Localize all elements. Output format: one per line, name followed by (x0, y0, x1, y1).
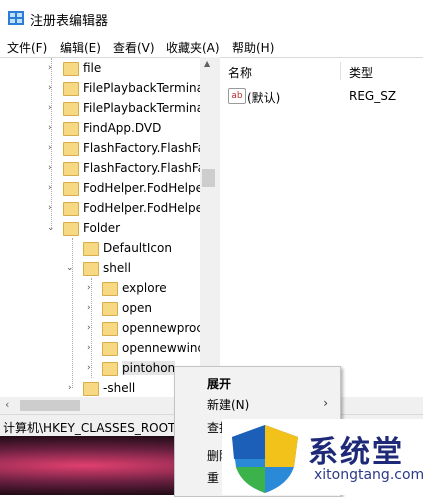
expand-arrow-icon[interactable]: › (87, 363, 91, 373)
string-value-icon: ab (228, 88, 246, 104)
expand-arrow-icon[interactable]: › (87, 303, 91, 313)
site-watermark: 系统堂 xitongtang.com (222, 419, 423, 495)
tree-item[interactable]: › explore (0, 279, 200, 299)
scrollbar-thumb[interactable] (20, 400, 80, 411)
tree-item-label: FlashFactory.FlashFa (83, 141, 200, 155)
folder-icon (102, 362, 118, 376)
menu-bar: 文件(F) 编辑(E) 查看(V) 收藏夹(A) 帮助(H) (0, 36, 423, 56)
folder-icon (83, 242, 99, 256)
tree-item[interactable]: › file (0, 59, 200, 79)
folder-icon (102, 302, 118, 316)
menu-favorites[interactable]: 收藏夹(A) (166, 39, 220, 56)
expand-arrow-icon[interactable]: › (87, 283, 91, 293)
tree-vertical-scrollbar[interactable]: ▲ (200, 57, 217, 397)
folder-icon (63, 162, 79, 176)
column-header-type[interactable]: 类型 (349, 64, 373, 81)
tree-item[interactable]: › opennewwind (0, 339, 200, 359)
tree-item-label: FindApp.DVD (83, 121, 162, 135)
tree-item-label: Folder (83, 221, 121, 235)
value-type: REG_SZ (349, 89, 397, 103)
tree-item[interactable]: › open (0, 299, 200, 319)
shield-logo-icon (232, 425, 298, 493)
expand-arrow-icon[interactable]: › (48, 83, 52, 93)
registry-editor-icon (8, 11, 24, 25)
tree-item[interactable]: › FodHelper.FodHelpe (0, 199, 200, 219)
menu-file[interactable]: 文件(F) (7, 39, 47, 56)
folder-icon (83, 262, 99, 276)
tree-item-label: opennewwind (122, 341, 200, 355)
menu-edit[interactable]: 编辑(E) (60, 39, 101, 56)
expand-arrow-icon[interactable]: › (48, 63, 52, 73)
tree-item-label: FilePlaybackTermina (83, 101, 200, 115)
watermark-en: xitongtang.com (314, 467, 423, 483)
context-item-new[interactable]: 新建(N) (207, 396, 249, 413)
window-title: 注册表编辑器 (30, 14, 109, 29)
tree-item-label: -shell (103, 381, 136, 395)
tree-item[interactable]: ⌄ Folder (0, 219, 200, 239)
expand-arrow-icon[interactable]: › (48, 203, 52, 213)
tree-item[interactable]: › FilePlaybackTermina (0, 79, 200, 99)
tree-item-label: FlashFactory.FlashFa (83, 161, 200, 175)
tree-item-label: file (83, 61, 102, 75)
folder-icon (63, 82, 79, 96)
tree-item[interactable]: › FindApp.DVD (0, 119, 200, 139)
tree-item[interactable]: DefaultIcon (0, 239, 200, 259)
folder-icon (102, 342, 118, 356)
folder-icon (83, 382, 99, 396)
folder-icon (102, 282, 118, 296)
tree-item[interactable]: › FlashFactory.FlashFa (0, 139, 200, 159)
tree-item-label: shell (103, 261, 131, 275)
tree-item-label: FodHelper.FodHelpe (83, 201, 200, 215)
tree-item-selected[interactable]: › pintohon (0, 359, 200, 379)
collapse-arrow-icon[interactable]: ⌄ (47, 223, 55, 233)
title-bar: 注册表编辑器 (0, 0, 423, 36)
context-item-rename[interactable]: 重 (207, 469, 219, 486)
column-header-name[interactable]: 名称 (228, 64, 252, 81)
watermark-cn: 系统堂 (308, 435, 404, 470)
folder-icon (63, 222, 79, 236)
scroll-left-icon[interactable]: ‹ (5, 398, 9, 411)
value-row[interactable]: ab (默认) REG_SZ (220, 88, 423, 106)
expand-arrow-icon[interactable]: › (48, 183, 52, 193)
scrollbar-thumb[interactable] (202, 169, 215, 187)
tree-item[interactable]: › FilePlaybackTermina (0, 99, 200, 119)
tree-item[interactable]: ⌄ shell (0, 259, 200, 279)
registry-tree[interactable]: › file › FilePlaybackTermina › FilePlayb… (0, 57, 200, 398)
tree-item-label: pintohon (122, 361, 176, 375)
folder-icon (63, 202, 79, 216)
tree-item[interactable]: › opennewproc (0, 319, 200, 339)
folder-icon (63, 142, 79, 156)
context-item-expand[interactable]: 展开 (207, 375, 231, 392)
expand-arrow-icon[interactable]: › (68, 383, 72, 393)
folder-icon (63, 182, 79, 196)
folder-icon (63, 62, 79, 76)
expand-arrow-icon[interactable]: › (87, 323, 91, 333)
expand-arrow-icon[interactable]: › (48, 163, 52, 173)
submenu-arrow-icon: › (323, 396, 328, 410)
folder-icon (102, 322, 118, 336)
tree-item-label: FilePlaybackTermina (83, 81, 200, 95)
expand-arrow-icon[interactable]: › (87, 343, 91, 353)
tree-item-label: opennewproc (122, 321, 200, 335)
menu-help[interactable]: 帮助(H) (232, 39, 274, 56)
tree-item-label: open (122, 301, 152, 315)
folder-icon (63, 122, 79, 136)
expand-arrow-icon[interactable]: › (48, 123, 52, 133)
tree-item-label: DefaultIcon (103, 241, 172, 255)
folder-icon (63, 102, 79, 116)
status-path: 计算机\HKEY_CLASSES_ROOT\ (3, 421, 180, 435)
value-list[interactable]: 名称 类型 ab (默认) REG_SZ (220, 57, 423, 398)
column-divider[interactable] (340, 62, 341, 80)
expand-arrow-icon[interactable]: › (48, 143, 52, 153)
tree-item-label: FodHelper.FodHelpe (83, 181, 200, 195)
value-name: (默认) (247, 91, 281, 105)
tree-item[interactable]: › -shell (0, 379, 200, 398)
menu-view[interactable]: 查看(V) (113, 39, 155, 56)
tree-item[interactable]: › FlashFactory.FlashFa (0, 159, 200, 179)
scroll-up-icon[interactable]: ▲ (204, 59, 210, 68)
expand-arrow-icon[interactable]: › (48, 103, 52, 113)
tree-item[interactable]: › FodHelper.FodHelpe (0, 179, 200, 199)
tree-item-label: explore (122, 281, 167, 295)
collapse-arrow-icon[interactable]: ⌄ (66, 263, 74, 273)
